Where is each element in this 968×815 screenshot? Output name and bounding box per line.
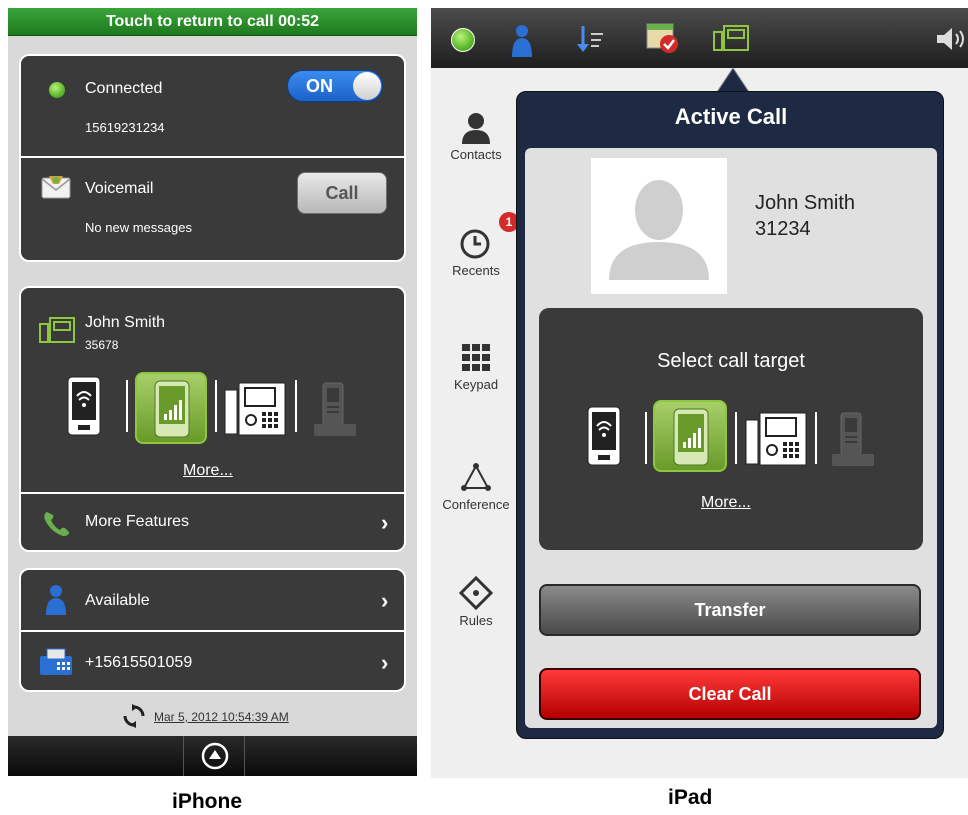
connection-toggle[interactable]: ON xyxy=(287,70,383,102)
availability-row[interactable]: Available › xyxy=(21,570,404,630)
contact-name: John Smith xyxy=(85,314,166,331)
ipad-caption: iPad xyxy=(668,786,713,809)
voicemail-status: No new messages xyxy=(85,220,192,235)
transfer-button[interactable]: Transfer xyxy=(539,584,921,636)
divider xyxy=(295,380,297,432)
sidebar-label: Rules xyxy=(459,613,493,628)
more-features-label: More Features xyxy=(85,513,190,530)
voicemail-label: Voicemail xyxy=(85,180,154,197)
toggle-label: ON xyxy=(306,76,333,96)
person-icon xyxy=(462,113,490,144)
phone-handset-icon xyxy=(44,512,69,536)
select-target-label: Select call target xyxy=(657,350,805,372)
person-silhouette-icon xyxy=(609,180,709,280)
divider xyxy=(21,156,404,158)
sidebar-label: Keypad xyxy=(453,377,499,392)
divider xyxy=(735,412,737,464)
fax-icon xyxy=(40,648,72,675)
sidebar-item-conference[interactable]: Conference xyxy=(431,462,521,512)
status-dot-icon xyxy=(49,82,65,98)
desk-phone-icon xyxy=(39,317,75,343)
sync-icon[interactable] xyxy=(122,704,146,728)
last-sync-time[interactable]: Mar 5, 2012 10:54:39 AM xyxy=(154,710,289,724)
bottom-bar-center xyxy=(183,736,245,776)
device-selected[interactable] xyxy=(653,400,727,472)
divider xyxy=(645,412,647,464)
sidebar-label: Recents xyxy=(452,263,500,278)
sidebar-label: Conference xyxy=(442,497,510,512)
forwarding-number: +15615501059 xyxy=(85,654,193,671)
chevron-right-icon: › xyxy=(381,510,389,535)
divider xyxy=(215,380,217,432)
caller-extension: 31234 xyxy=(755,218,811,240)
divider xyxy=(815,412,817,464)
ip-phone-icon[interactable] xyxy=(745,412,807,466)
caller-name: John Smith xyxy=(755,192,856,214)
active-call-popover: Active Call John Smith 31234 Select call… xyxy=(516,91,944,739)
ipad-top-bar xyxy=(431,8,968,68)
connection-card: Connected ON 15619231234 Voicemail No ne… xyxy=(19,54,406,262)
mobile-wifi-icon[interactable] xyxy=(587,406,621,466)
eject-up-icon[interactable] xyxy=(201,742,229,770)
more-features-row[interactable]: More Features › xyxy=(21,494,404,550)
rules-diamond-icon xyxy=(458,575,494,611)
cordless-phone-icon[interactable] xyxy=(831,412,875,468)
person-icon xyxy=(46,585,66,615)
mobile-signal-icon xyxy=(154,380,190,438)
sort-icon[interactable] xyxy=(575,24,605,54)
popover-body: John Smith 31234 Select call target More… xyxy=(525,148,937,728)
avatar xyxy=(591,158,727,294)
cordless-phone-icon[interactable] xyxy=(313,382,357,438)
sidebar-item-contacts[interactable]: Contacts xyxy=(431,112,521,162)
forwarding-row[interactable]: +15615501059 › xyxy=(21,632,404,690)
person-icon[interactable] xyxy=(511,24,533,58)
clock-icon xyxy=(460,229,490,259)
desk-phone-icon[interactable] xyxy=(713,24,749,52)
call-target-panel: Select call target More... xyxy=(539,308,923,550)
bottom-bar xyxy=(8,736,417,776)
more-devices-link[interactable]: More... xyxy=(183,462,233,480)
active-call-card: John Smith 35678 More... More Features › xyxy=(19,286,406,552)
mobile-wifi-icon[interactable] xyxy=(67,376,101,436)
phone-number: 15619231234 xyxy=(85,120,165,135)
speaker-icon[interactable] xyxy=(935,26,967,52)
mobile-signal-icon xyxy=(673,408,709,466)
clear-call-button[interactable]: Clear Call xyxy=(539,668,921,720)
sidebar-item-rules[interactable]: Rules xyxy=(431,575,521,628)
sidebar-label: Contacts xyxy=(450,147,502,162)
iphone-screen: Touch to return to call 00:52 Connected … xyxy=(8,8,417,776)
connected-label: Connected xyxy=(85,80,163,97)
chevron-right-icon: › xyxy=(381,588,389,613)
status-dot-icon[interactable] xyxy=(451,28,475,52)
call-voicemail-button[interactable]: Call xyxy=(297,172,387,214)
popover-title: Active Call xyxy=(674,104,788,129)
return-to-call-banner[interactable]: Touch to return to call 00:52 xyxy=(8,8,417,36)
calendar-check-icon[interactable] xyxy=(645,20,679,54)
device-selected[interactable] xyxy=(135,372,207,444)
voicemail-envelope-icon xyxy=(41,176,71,199)
toggle-knob xyxy=(353,72,381,100)
divider xyxy=(126,380,128,432)
availability-label: Available xyxy=(85,592,150,609)
conference-triangle-icon xyxy=(461,463,491,491)
ip-phone-icon[interactable] xyxy=(224,382,286,436)
more-devices-link[interactable]: More... xyxy=(701,494,751,512)
sidebar-item-keypad[interactable]: Keypad xyxy=(431,342,521,392)
presence-card: Available › +15615501059 › xyxy=(19,568,406,692)
ipad-screen: Contacts 1 Recents Keypad Conference Rul… xyxy=(431,8,968,778)
iphone-caption: iPhone xyxy=(172,790,243,813)
chevron-right-icon: › xyxy=(381,650,389,675)
contact-extension: 35678 xyxy=(85,338,119,352)
keypad-grid-icon xyxy=(462,344,490,371)
popover-pointer xyxy=(716,67,750,92)
sidebar-item-recents[interactable]: 1 Recents xyxy=(431,212,521,278)
